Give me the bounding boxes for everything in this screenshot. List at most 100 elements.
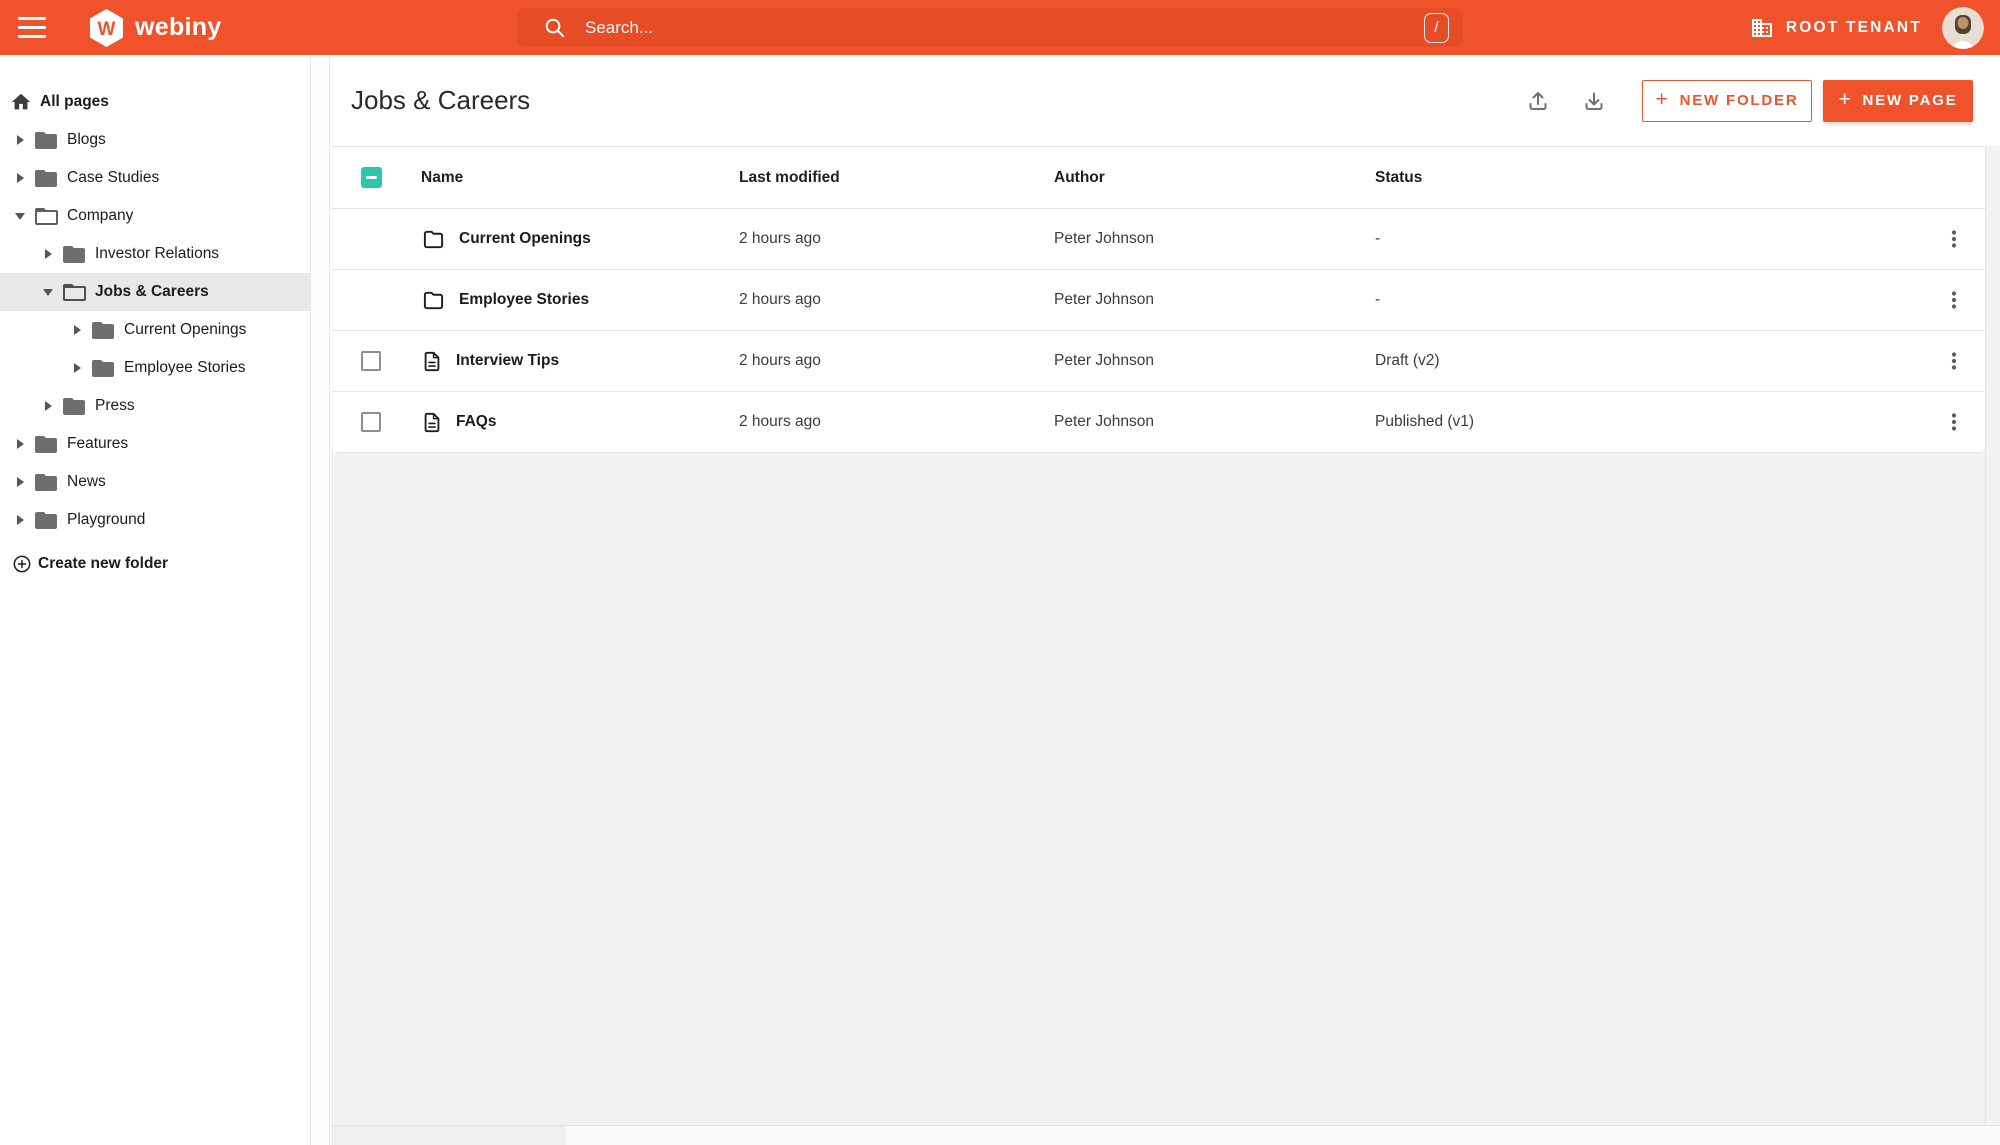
row-author: Peter Johnson	[1054, 413, 1154, 430]
export-download-button[interactable]	[1582, 89, 1606, 113]
plus-circle-icon	[12, 554, 32, 574]
column-header-last-modified: Last modified	[739, 168, 840, 186]
chevron-right-icon[interactable]	[41, 249, 55, 259]
chevron-right-icon[interactable]	[13, 135, 27, 145]
building-icon	[1750, 16, 1774, 40]
table-row-folder[interactable]: Current Openings 2 hours ago Peter Johns…	[331, 209, 1985, 270]
chevron-right-icon[interactable]	[41, 401, 55, 411]
webiny-logo-icon: W	[88, 8, 125, 48]
sidebar-item-company[interactable]: Company	[0, 197, 310, 235]
row-status: -	[1375, 291, 1381, 308]
chevron-down-icon[interactable]	[13, 212, 27, 220]
row-name: FAQs	[456, 413, 497, 430]
new-page-button[interactable]: + NEW PAGE	[1823, 79, 1973, 122]
chevron-right-icon[interactable]	[13, 515, 27, 525]
folder-icon	[34, 472, 58, 492]
download-icon	[1585, 92, 1603, 110]
chevron-right-icon[interactable]	[13, 477, 27, 487]
folder-tree: All pages Blogs Case Studies Company Inv…	[0, 55, 310, 584]
row-status: Published (v1)	[1375, 413, 1475, 430]
sidebar-item-jobs-careers[interactable]: Jobs & Careers	[0, 273, 310, 311]
folder-icon	[421, 228, 446, 251]
vertical-scrollbar-track[interactable]	[1985, 147, 1986, 1125]
row-author: Peter Johnson	[1054, 230, 1154, 247]
sidebar-item-playground[interactable]: Playground	[0, 501, 310, 539]
folder-icon	[34, 168, 58, 188]
chevron-right-icon[interactable]	[13, 439, 27, 449]
row-name: Current Openings	[459, 230, 591, 247]
sidebar-item-all-pages[interactable]: All pages	[0, 83, 310, 121]
svg-text:W: W	[98, 19, 116, 40]
column-header-status: Status	[1375, 168, 1423, 186]
search-icon	[543, 16, 566, 39]
folder-icon	[421, 289, 446, 312]
sidebar-item-features[interactable]: Features	[0, 425, 310, 463]
pages-table: Name Last modified Author Status Current…	[331, 146, 1985, 453]
chevron-down-icon[interactable]	[41, 288, 55, 296]
sidebar-item-investor-relations[interactable]: Investor Relations	[0, 235, 310, 273]
sidebar-item-current-openings[interactable]: Current Openings	[0, 311, 310, 349]
search-input[interactable]	[583, 16, 1424, 39]
horizontal-scrollbar-track[interactable]	[331, 1125, 2000, 1145]
row-menu-kebab-icon[interactable]	[1942, 227, 1966, 251]
folder-icon	[62, 244, 86, 264]
row-checkbox[interactable]	[361, 412, 381, 432]
row-menu-kebab-icon[interactable]	[1942, 288, 1966, 312]
row-menu-kebab-icon[interactable]	[1942, 410, 1966, 434]
folder-open-icon	[62, 282, 86, 302]
column-header-name: Name	[421, 168, 464, 186]
topbar-right: ROOT TENANT	[1750, 0, 1984, 55]
sidebar-item-news[interactable]: News	[0, 463, 310, 501]
tenant-selector[interactable]: ROOT TENANT	[1750, 16, 1922, 40]
topbar: W webiny / ROOT TENANT	[0, 0, 2000, 55]
row-modified: 2 hours ago	[739, 291, 821, 308]
user-avatar[interactable]	[1942, 6, 1984, 49]
logo-text: webiny	[135, 13, 222, 41]
plus-icon: +	[1838, 88, 1853, 111]
page-document-icon	[421, 349, 443, 374]
folder-icon	[34, 434, 58, 454]
folder-tree-sidebar: All pages Blogs Case Studies Company Inv…	[0, 55, 311, 1145]
row-menu-kebab-icon[interactable]	[1942, 349, 1966, 373]
upload-icon	[1529, 91, 1547, 110]
column-header-author: Author	[1054, 168, 1105, 186]
sidebar-item-case-studies[interactable]: Case Studies	[0, 159, 310, 197]
import-upload-button[interactable]	[1526, 89, 1550, 113]
row-status: -	[1375, 230, 1381, 247]
hamburger-menu-button[interactable]	[18, 17, 46, 38]
create-new-folder-button[interactable]: Create new folder	[0, 544, 310, 584]
row-author: Peter Johnson	[1054, 291, 1154, 308]
content-header: Jobs & Careers + NEW FOLDER + NEW PAGE	[331, 55, 2000, 146]
plus-icon: +	[1655, 88, 1670, 111]
sidebar-scrollbar-track[interactable]	[311, 55, 330, 1145]
folder-icon	[91, 358, 115, 378]
folder-open-icon	[34, 206, 58, 226]
sidebar-item-blogs[interactable]: Blogs	[0, 121, 310, 159]
select-all-checkbox-indeterminate[interactable]	[361, 167, 382, 188]
horizontal-scrollbar-thumb[interactable]	[331, 1126, 566, 1145]
create-new-folder-label: Create new folder	[38, 555, 169, 572]
table-row-folder[interactable]: Employee Stories 2 hours ago Peter Johns…	[331, 270, 1985, 331]
chevron-right-icon[interactable]	[70, 363, 84, 373]
row-modified: 2 hours ago	[739, 413, 821, 430]
table-row-page[interactable]: Interview Tips 2 hours ago Peter Johnson…	[331, 331, 1985, 392]
search-bar[interactable]: /	[517, 8, 1463, 47]
sidebar-item-press[interactable]: Press	[0, 387, 310, 425]
new-folder-button[interactable]: + NEW FOLDER	[1642, 79, 1812, 122]
folder-icon	[62, 396, 86, 416]
webiny-logo[interactable]: W webiny	[88, 0, 222, 55]
row-name: Interview Tips	[456, 352, 560, 369]
sidebar-item-employee-stories[interactable]: Employee Stories	[0, 349, 310, 387]
table-row-page[interactable]: FAQs 2 hours ago Peter Johnson Published…	[331, 392, 1985, 453]
row-name: Employee Stories	[459, 291, 590, 308]
empty-area	[331, 453, 2000, 1125]
row-checkbox[interactable]	[361, 351, 381, 371]
home-icon	[10, 91, 32, 113]
keyboard-shortcut-badge: /	[1424, 12, 1449, 43]
main-content: Jobs & Careers + NEW FOLDER + NEW PAGE N…	[331, 55, 2000, 1145]
chevron-right-icon[interactable]	[13, 173, 27, 183]
chevron-right-icon[interactable]	[70, 325, 84, 335]
row-author: Peter Johnson	[1054, 352, 1154, 369]
page-title: Jobs & Careers	[351, 85, 531, 115]
table-header-row: Name Last modified Author Status	[331, 147, 1985, 209]
